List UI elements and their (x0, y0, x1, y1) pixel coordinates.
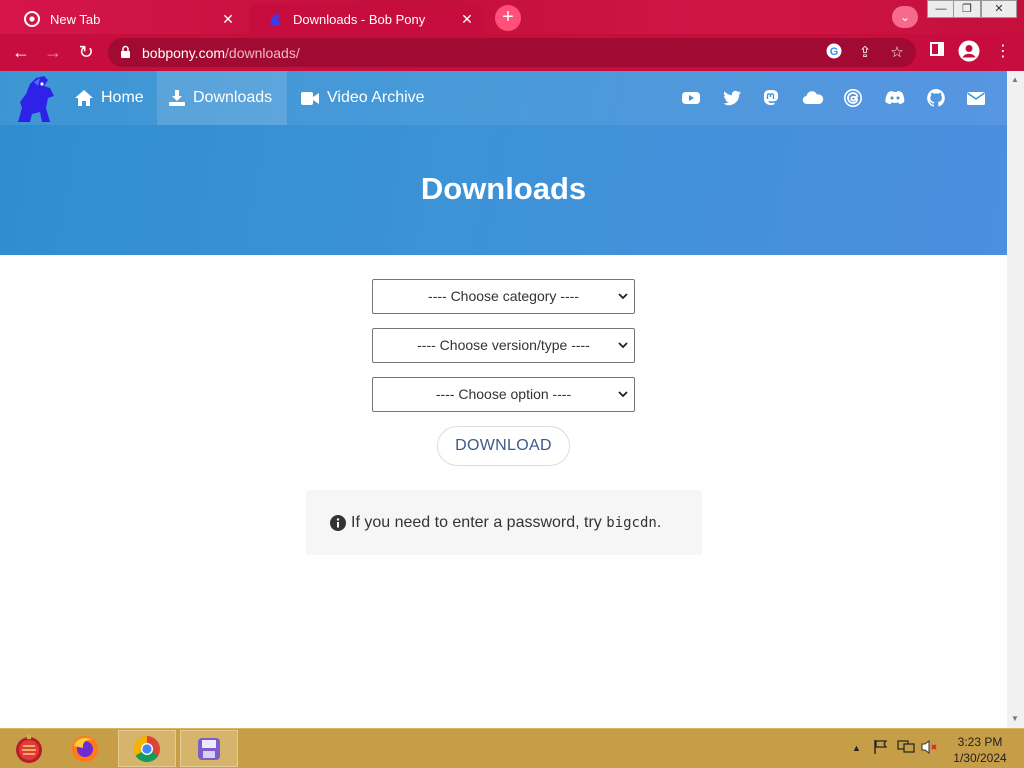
bookmark-star-icon[interactable]: ☆ (887, 43, 907, 63)
floppy-disk-icon (198, 737, 220, 760)
start-button[interactable] (0, 730, 58, 767)
forward-button[interactable]: → (41, 41, 65, 65)
option-select-value: ---- Choose option ---- (435, 386, 572, 402)
url-host: bobpony.com (142, 45, 226, 61)
info-text-end: . (656, 513, 662, 531)
category-select[interactable]: ---- Choose category ---- (372, 279, 635, 314)
discord-icon[interactable] (884, 88, 905, 108)
info-text: If you need to enter a password, try (351, 513, 602, 531)
password-info-box: If you need to enter a password, try big… (306, 490, 702, 555)
nav-label: Video Archive (327, 89, 425, 106)
reload-button[interactable]: ↻ (74, 41, 98, 65)
site-navbar: Home Downloads Video Archive (0, 71, 1007, 125)
download-button[interactable]: DOWNLOAD (437, 426, 570, 466)
back-button[interactable]: ← (9, 41, 33, 65)
taskbar-chrome[interactable] (118, 730, 176, 767)
chevron-down-icon (618, 293, 628, 300)
close-tab-icon[interactable]: ✕ (220, 11, 236, 28)
menu-kebab-icon[interactable]: ⋮ (991, 40, 1015, 64)
video-camera-icon (301, 91, 319, 105)
bob-pony-logo[interactable] (10, 74, 60, 124)
maximize-button[interactable]: ❐ (953, 0, 981, 18)
cloud-icon[interactable] (802, 88, 824, 108)
nav-downloads[interactable]: Downloads (157, 71, 287, 125)
option-select[interactable]: ---- Choose option ---- (372, 377, 635, 412)
chevron-down-icon (618, 391, 628, 398)
taskbar: ▲ 3:23 PM 1/30/2024 (0, 728, 1024, 768)
nav-home[interactable]: Home (63, 71, 156, 125)
share-icon[interactable]: ⇪ (855, 43, 875, 63)
lock-icon (121, 45, 130, 58)
new-tab-button[interactable]: + (495, 5, 521, 31)
tab-search-button[interactable]: ⌄ (892, 6, 918, 28)
browser-tab-strip: New Tab ✕ Downloads - Bob Pony ✕ + ⌄ — ❐… (0, 0, 1024, 34)
close-tab-icon[interactable]: ✕ (459, 11, 475, 28)
threads-icon[interactable] (843, 88, 863, 108)
minimize-button[interactable]: — (927, 0, 955, 18)
info-circle-icon (330, 514, 346, 531)
github-icon[interactable] (926, 88, 946, 108)
browser-toolbar: ← → ↻ bobpony.com/downloads/ G ⇪ ☆ ⋮ (0, 34, 1024, 71)
version-select[interactable]: ---- Choose version/type ---- (372, 328, 635, 363)
password-code: bigcdn (606, 514, 657, 531)
mastodon-icon[interactable] (761, 88, 781, 108)
chrome-icon (24, 11, 40, 27)
home-icon (75, 90, 93, 106)
volume-muted-icon[interactable] (921, 739, 939, 758)
network-icon[interactable] (897, 739, 915, 758)
hero-banner: Home Downloads Video Archive Downloads (0, 71, 1007, 255)
clock-date: 1/30/2024 (953, 751, 1007, 765)
firefox-icon (72, 735, 98, 762)
tab-title: New Tab (50, 11, 101, 27)
web-page: Home Downloads Video Archive Downloads -… (0, 71, 1007, 728)
email-icon[interactable] (966, 88, 986, 108)
google-lens-icon[interactable]: G (824, 43, 844, 63)
category-select-value: ---- Choose category ---- (428, 288, 579, 304)
twitter-icon[interactable] (722, 88, 742, 108)
version-select-value: ---- Choose version/type ---- (417, 337, 590, 353)
nav-label: Downloads (193, 89, 273, 106)
clock-time: 3:23 PM (957, 735, 1003, 749)
tab-downloads[interactable]: Downloads - Bob Pony ✕ (249, 4, 485, 34)
nav-label: Home (101, 89, 144, 106)
tab-title: Downloads - Bob Pony (293, 11, 426, 27)
svg-text:G: G (830, 46, 839, 58)
nav-video-archive[interactable]: Video Archive (289, 71, 437, 125)
taskbar-firefox[interactable] (56, 730, 114, 767)
taskbar-app-disk[interactable] (180, 730, 238, 767)
action-center-flag-icon[interactable] (873, 739, 889, 758)
download-icon (169, 90, 185, 106)
window-close-button[interactable]: ✕ (981, 0, 1017, 18)
chevron-down-icon (618, 342, 628, 349)
scroll-down-arrow-icon[interactable]: ▼ (1011, 714, 1019, 723)
url-path: /downloads/ (225, 45, 300, 61)
address-bar[interactable]: bobpony.com/downloads/ G ⇪ ☆ (108, 38, 916, 67)
start-orb-icon (16, 734, 42, 763)
url-text: bobpony.com/downloads/ (142, 45, 300, 61)
side-panel-icon[interactable] (925, 40, 949, 64)
page-title: Downloads (420, 171, 587, 206)
youtube-icon[interactable] (681, 88, 701, 108)
chrome-icon (133, 735, 160, 762)
bob-pony-favicon (267, 11, 283, 27)
profile-avatar-icon[interactable] (957, 40, 981, 64)
tab-new-tab[interactable]: New Tab ✕ (6, 4, 246, 34)
system-clock[interactable]: 3:23 PM 1/30/2024 (944, 734, 1016, 766)
scroll-up-arrow-icon[interactable]: ▲ (1011, 75, 1019, 84)
tray-expand-icon[interactable]: ▲ (852, 743, 861, 753)
page-scrollbar[interactable]: ▲ ▼ (1007, 71, 1024, 728)
